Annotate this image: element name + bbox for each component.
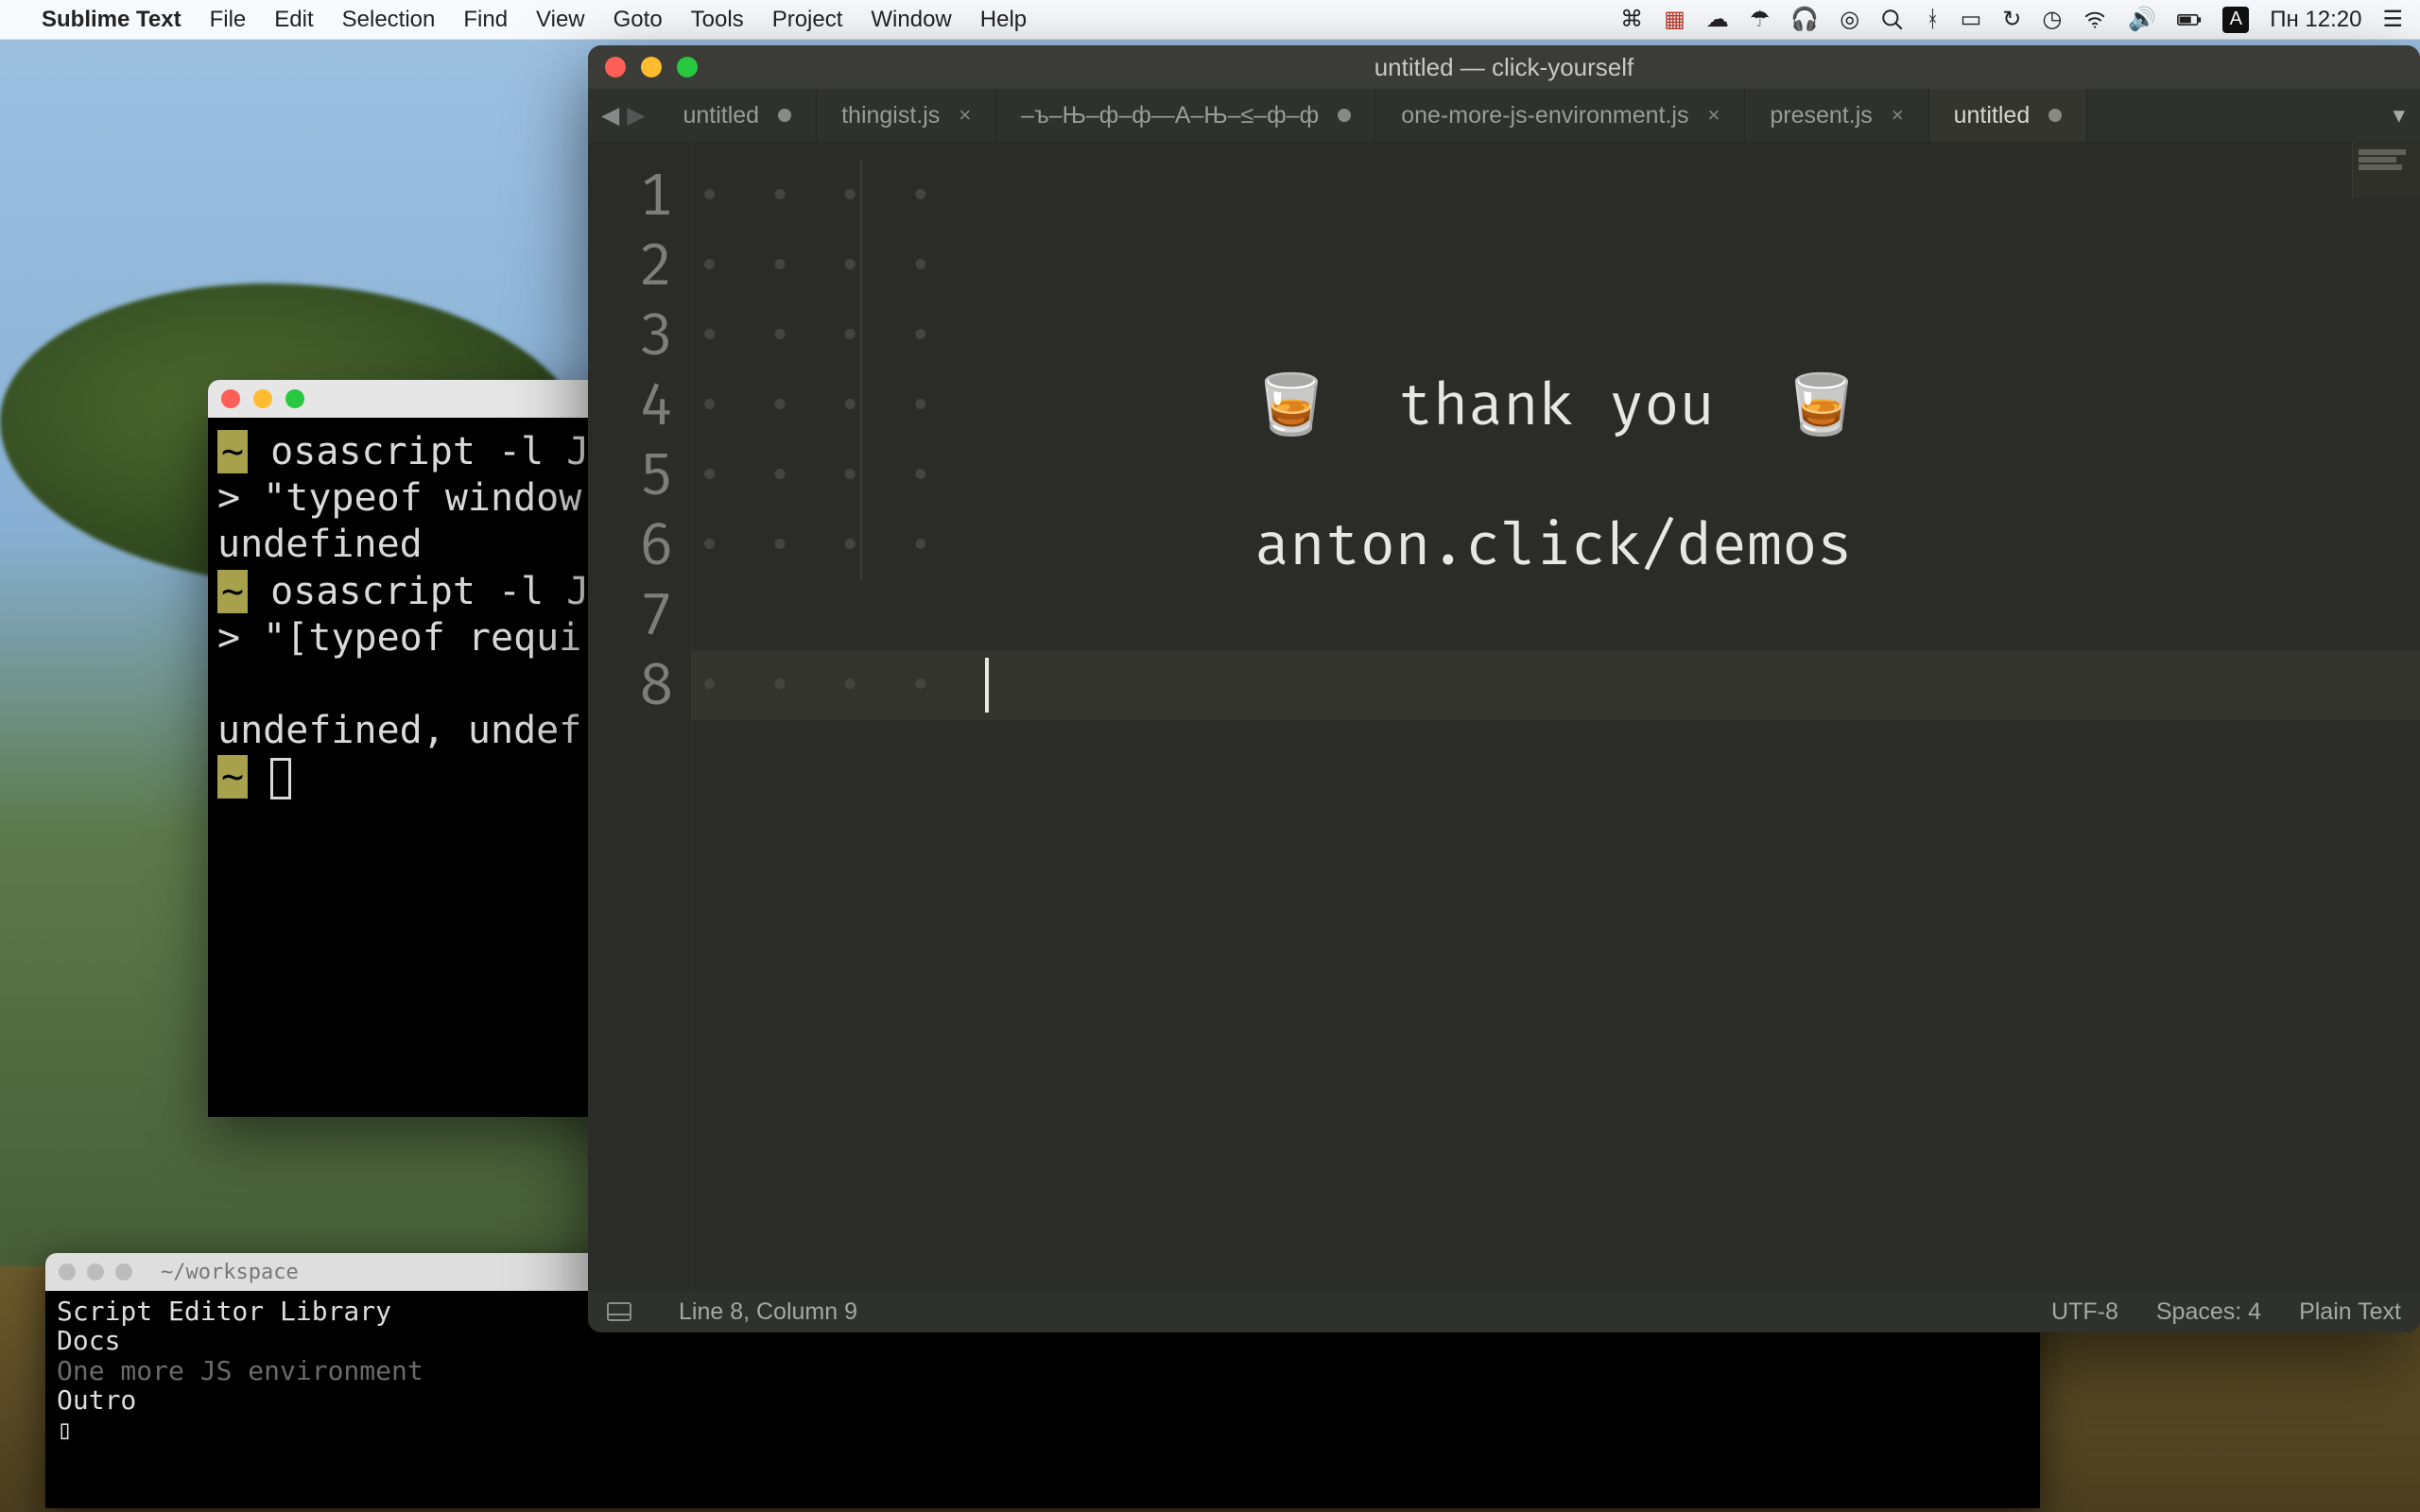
tab-label: untitled	[1954, 102, 2031, 129]
status-position[interactable]: Line 8, Column 9	[679, 1298, 857, 1326]
headphones-icon[interactable]: 🎧	[1790, 6, 1819, 33]
status-encoding[interactable]: UTF-8	[2051, 1298, 2118, 1326]
menu-selection[interactable]: Selection	[342, 7, 436, 33]
zoom-icon[interactable]	[285, 389, 304, 408]
menu-window[interactable]: Window	[871, 7, 951, 33]
notification-center-icon[interactable]: ☰	[2382, 6, 2403, 33]
window-title: untitled — click-yourself	[1374, 53, 1634, 82]
terminal2-title-left: ~/workspace	[161, 1261, 299, 1284]
minimize-icon[interactable]	[87, 1263, 104, 1280]
line-number: 6	[588, 510, 674, 580]
panel-switcher-icon[interactable]	[607, 1302, 631, 1321]
power-icon[interactable]: ◎	[1840, 6, 1859, 33]
close-tab-icon[interactable]: ×	[959, 103, 971, 128]
close-tab-icon[interactable]: ×	[1708, 103, 1720, 128]
tab-garbled[interactable]: –ъ–Њ–ф–ф—А–Њ–≤–ф–ф	[996, 89, 1376, 142]
input-source-icon[interactable]: A	[2222, 7, 2249, 33]
menu-find[interactable]: Find	[463, 7, 508, 33]
text-caret	[985, 658, 989, 713]
spotlight-icon[interactable]	[1880, 8, 1905, 32]
line-number: 1	[588, 161, 674, 231]
timemachine-icon[interactable]: ↻	[2002, 6, 2021, 33]
menu-file[interactable]: File	[210, 7, 247, 33]
wifi-icon[interactable]	[2083, 8, 2107, 32]
line-number: 2	[588, 231, 674, 301]
tab-bar: ◀ ▶ untitled thingist.js × –ъ–Њ–ф–ф—А–Њ–…	[588, 89, 2420, 142]
close-icon[interactable]	[221, 389, 240, 408]
menu-goto[interactable]: Goto	[614, 7, 663, 33]
prompt-tilde: ~	[217, 430, 248, 473]
tab-present[interactable]: present.js ×	[1745, 89, 1928, 142]
menu-help[interactable]: Help	[980, 7, 1027, 33]
code-text: 🥃 thank you 🥃	[974, 370, 1858, 440]
zoom-icon[interactable]	[677, 57, 698, 77]
sublime-window[interactable]: untitled — click-yourself ◀ ▶ untitled t…	[588, 45, 2420, 1332]
prompt-tilde: ~	[217, 570, 248, 613]
dirty-indicator-icon	[1338, 109, 1351, 122]
terminal-cursor	[270, 758, 291, 799]
line-number: 7	[588, 580, 674, 650]
tab-label: present.js	[1770, 102, 1872, 129]
tab-thingist[interactable]: thingist.js ×	[817, 89, 996, 142]
code-text: anton.click/demos	[974, 510, 1853, 580]
battery-icon[interactable]	[2177, 8, 2202, 32]
line-number: 3	[588, 301, 674, 370]
prompt-tilde: ~	[217, 755, 248, 799]
tab-untitled-active[interactable]: untitled	[1929, 89, 2088, 142]
menu-view[interactable]: View	[536, 7, 585, 33]
minimize-icon[interactable]	[253, 389, 272, 408]
menu-project[interactable]: Project	[772, 7, 843, 33]
status-bar: Line 8, Column 9 UTF-8 Spaces: 4 Plain T…	[588, 1291, 2420, 1332]
tab-label: –ъ–Њ–ф–ф—А–Њ–≤–ф–ф	[1021, 102, 1319, 129]
calendar-icon[interactable]: ▦	[1664, 6, 1685, 33]
tab-label: one-more-js-environment.js	[1401, 102, 1688, 129]
dirty-indicator-icon	[778, 109, 791, 122]
minimap[interactable]	[2352, 142, 2420, 198]
umbrella-icon[interactable]: ☂	[1750, 6, 1771, 33]
dropbox-icon[interactable]: ☁	[1706, 6, 1729, 33]
tab-label: thingist.js	[841, 102, 940, 129]
bluetooth-icon[interactable]: ᚼ	[1926, 7, 1939, 33]
line-number: 5	[588, 440, 674, 510]
macos-menubar: Sublime Text File Edit Selection Find Vi…	[0, 0, 2420, 40]
line-number: 4	[588, 370, 674, 440]
whitespace-dots: · · · ·	[692, 161, 974, 231]
tab-untitled-1[interactable]: untitled	[658, 89, 817, 142]
display-icon[interactable]: ▭	[1961, 6, 1982, 33]
menu-edit[interactable]: Edit	[274, 7, 313, 33]
close-icon[interactable]	[605, 57, 626, 77]
status-indent[interactable]: Spaces: 4	[2156, 1298, 2261, 1326]
code-area[interactable]: · · · · · · · · · · · · · · · · 🥃 thank …	[692, 142, 2420, 1291]
tab-nav: ◀ ▶	[588, 89, 658, 142]
status-syntax[interactable]: Plain Text	[2299, 1298, 2401, 1326]
tab-overflow-icon[interactable]: ▾	[2377, 89, 2420, 142]
keyboard-icon[interactable]: ⌘	[1620, 6, 1643, 33]
volume-icon[interactable]: 🔊	[2128, 6, 2156, 33]
tab-label: untitled	[683, 102, 759, 129]
line-number: 8	[588, 650, 674, 720]
clock-icon[interactable]: ◷	[2042, 6, 2062, 33]
zoom-icon[interactable]	[115, 1263, 132, 1280]
minimize-icon[interactable]	[641, 57, 662, 77]
close-tab-icon[interactable]: ×	[1892, 103, 1904, 128]
nav-forward-icon[interactable]: ▶	[627, 101, 645, 129]
sublime-titlebar[interactable]: untitled — click-yourself	[588, 45, 2420, 89]
line-number-gutter: 1 2 3 4 5 6 7 8	[588, 142, 692, 1291]
tab-one-more-js-env[interactable]: one-more-js-environment.js ×	[1376, 89, 1745, 142]
dirty-indicator-icon	[2048, 109, 2062, 122]
close-icon[interactable]	[59, 1263, 76, 1280]
menubar-appname[interactable]: Sublime Text	[42, 7, 182, 33]
menubar-clock[interactable]: Пн 12:20	[2270, 7, 2361, 33]
editor-area[interactable]: 1 2 3 4 5 6 7 8 · · · · · · · · · · · · …	[588, 142, 2420, 1291]
nav-back-icon[interactable]: ◀	[601, 101, 619, 129]
menu-tools[interactable]: Tools	[691, 7, 744, 33]
